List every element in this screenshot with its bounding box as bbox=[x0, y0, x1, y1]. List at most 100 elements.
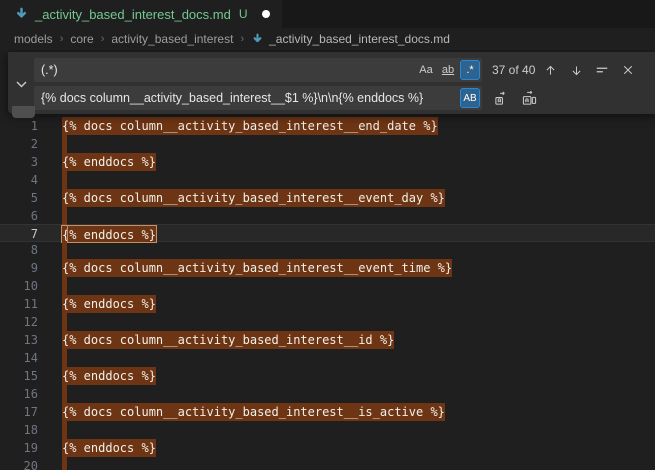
line-number[interactable]: 12 bbox=[0, 313, 38, 331]
line-number[interactable]: 11 bbox=[0, 295, 38, 313]
breadcrumb-file-name: _activity_based_interest_docs.md bbox=[269, 32, 450, 46]
line-content bbox=[38, 207, 67, 225]
line-content: {% docs column__activity_based_interest_… bbox=[38, 189, 445, 207]
code-line[interactable]: 2 bbox=[0, 135, 655, 153]
find-match-highlight-empty-line bbox=[62, 457, 67, 470]
find-match-highlight: {% enddocs %} bbox=[62, 153, 156, 171]
line-number[interactable]: 9 bbox=[0, 259, 38, 277]
code-line[interactable]: 20 bbox=[0, 457, 655, 470]
code-line[interactable]: 11{% enddocs %} bbox=[0, 295, 655, 313]
line-content: {% enddocs %} bbox=[38, 439, 156, 457]
line-content: {% docs column__activity_based_interest_… bbox=[38, 117, 438, 135]
line-number[interactable]: 15 bbox=[0, 367, 38, 385]
code-line[interactable]: 12 bbox=[0, 313, 655, 331]
find-match-highlight: {% enddocs %} bbox=[62, 367, 156, 385]
line-number[interactable]: 18 bbox=[0, 421, 38, 439]
line-content: {% enddocs %} bbox=[38, 225, 156, 241]
breadcrumb-item-core[interactable]: core bbox=[70, 32, 93, 46]
line-content: {% enddocs %} bbox=[38, 153, 156, 171]
next-match-button[interactable] bbox=[565, 59, 587, 81]
code-line[interactable]: 14 bbox=[0, 349, 655, 367]
match-count: 37 of 40 bbox=[492, 63, 535, 77]
tab-active-file[interactable]: _activity_based_interest_docs.md U bbox=[0, 0, 282, 28]
code-line[interactable]: 15 {% enddocs %} bbox=[0, 367, 655, 385]
code-line[interactable]: 4 bbox=[0, 171, 655, 189]
regex-button[interactable]: .* bbox=[460, 60, 480, 80]
find-actions bbox=[539, 59, 645, 81]
line-number[interactable]: 20 bbox=[0, 457, 38, 470]
breadcrumb-item-file[interactable]: _activity_based_interest_docs.md bbox=[251, 32, 450, 46]
search-input[interactable]: (.*) Aa ab .* bbox=[34, 58, 482, 82]
find-widget-resize-grip[interactable] bbox=[12, 106, 35, 118]
line-number[interactable]: 13 bbox=[0, 331, 38, 349]
line-number[interactable]: 17 bbox=[0, 403, 38, 421]
find-match-highlight: {% docs column__activity_based_interest_… bbox=[62, 117, 438, 135]
find-widget: (.*) Aa ab .* 37 of 40 bbox=[8, 52, 655, 114]
close-icon[interactable] bbox=[617, 59, 639, 81]
code-line[interactable]: 6 bbox=[0, 207, 655, 225]
match-case-button[interactable]: Aa bbox=[416, 60, 436, 80]
line-content bbox=[38, 349, 67, 367]
code-line[interactable]: 3 {% enddocs %} bbox=[0, 153, 655, 171]
breadcrumb-separator: › bbox=[101, 33, 105, 45]
toggle-replace-button[interactable] bbox=[13, 76, 29, 92]
line-content bbox=[38, 135, 67, 153]
replace-button[interactable] bbox=[490, 87, 512, 109]
line-number[interactable]: 2 bbox=[0, 135, 38, 153]
line-number[interactable]: 1 bbox=[0, 117, 38, 135]
find-match-highlight-empty-line bbox=[62, 207, 67, 225]
chevron-down-icon bbox=[16, 81, 27, 88]
search-value: (.*) bbox=[41, 63, 414, 77]
line-content bbox=[38, 385, 67, 403]
code-line[interactable]: 9 {% docs column__activity_based_interest… bbox=[0, 259, 655, 277]
line-number[interactable]: 3 bbox=[0, 153, 38, 171]
whole-word-button[interactable]: ab bbox=[438, 60, 458, 80]
find-match-highlight-empty-line bbox=[62, 135, 67, 153]
tab-filename: _activity_based_interest_docs.md bbox=[35, 7, 231, 22]
line-content bbox=[38, 171, 67, 189]
find-match-highlight: {% docs column__activity_based_interest_… bbox=[62, 331, 394, 349]
replace-value: {% docs column__activity_based_interest_… bbox=[41, 91, 458, 105]
line-number[interactable]: 6 bbox=[0, 207, 38, 225]
code-line[interactable]: 13 {% docs column__activity_based_interes… bbox=[0, 331, 655, 349]
preserve-case-button[interactable]: AB bbox=[460, 88, 480, 108]
code-line[interactable]: 7{% enddocs %} bbox=[0, 224, 655, 242]
line-number[interactable]: 10 bbox=[0, 277, 38, 295]
markdown-icon bbox=[251, 33, 264, 46]
code-line[interactable]: 1 {% docs column__activity_based_interest… bbox=[0, 117, 655, 135]
replace-actions bbox=[490, 87, 540, 109]
find-match-highlight-empty-line bbox=[62, 349, 67, 367]
code-line[interactable]: 17{% docs column__activity_based_interes… bbox=[0, 403, 655, 421]
line-number[interactable]: 14 bbox=[0, 349, 38, 367]
breadcrumb-separator: › bbox=[240, 33, 244, 45]
replace-input[interactable]: {% docs column__activity_based_interest_… bbox=[34, 86, 482, 110]
line-number[interactable]: 16 bbox=[0, 385, 38, 403]
line-number[interactable]: 4 bbox=[0, 171, 38, 189]
code-line[interactable]: 19{% enddocs %} bbox=[0, 439, 655, 457]
previous-match-button[interactable] bbox=[539, 59, 561, 81]
breadcrumb: models › core › activity_based_interest … bbox=[0, 28, 655, 50]
find-match-highlight-empty-line bbox=[62, 241, 67, 259]
line-number[interactable]: 19 bbox=[0, 439, 38, 457]
find-match-highlight: {% docs column__activity_based_interest_… bbox=[62, 259, 452, 277]
breadcrumb-item-activity-based-interest[interactable]: activity_based_interest bbox=[111, 32, 233, 46]
editor[interactable]: (.*) Aa ab .* 37 of 40 bbox=[0, 50, 655, 470]
breadcrumb-item-models[interactable]: models bbox=[14, 32, 53, 46]
git-status-badge: U bbox=[239, 7, 248, 21]
vscode-window: _activity_based_interest_docs.md U model… bbox=[0, 0, 655, 470]
line-content: {% enddocs %} bbox=[38, 295, 156, 313]
code-line[interactable]: 18 bbox=[0, 421, 655, 439]
find-match-highlight-empty-line bbox=[62, 313, 67, 331]
find-match-highlight-empty-line bbox=[62, 171, 67, 189]
line-number[interactable]: 5 bbox=[0, 189, 38, 207]
line-number[interactable]: 7 bbox=[0, 225, 38, 241]
line-content: {% docs column__activity_based_interest_… bbox=[38, 403, 445, 421]
code-line[interactable]: 8 bbox=[0, 241, 655, 259]
find-in-selection-button[interactable] bbox=[591, 59, 613, 81]
line-number[interactable]: 8 bbox=[0, 241, 38, 259]
code-line[interactable]: 10 bbox=[0, 277, 655, 295]
unsaved-changes-dot[interactable] bbox=[262, 10, 270, 18]
code-line[interactable]: 16 bbox=[0, 385, 655, 403]
code-line[interactable]: 5{% docs column__activity_based_interest… bbox=[0, 189, 655, 207]
replace-all-button[interactable] bbox=[518, 87, 540, 109]
